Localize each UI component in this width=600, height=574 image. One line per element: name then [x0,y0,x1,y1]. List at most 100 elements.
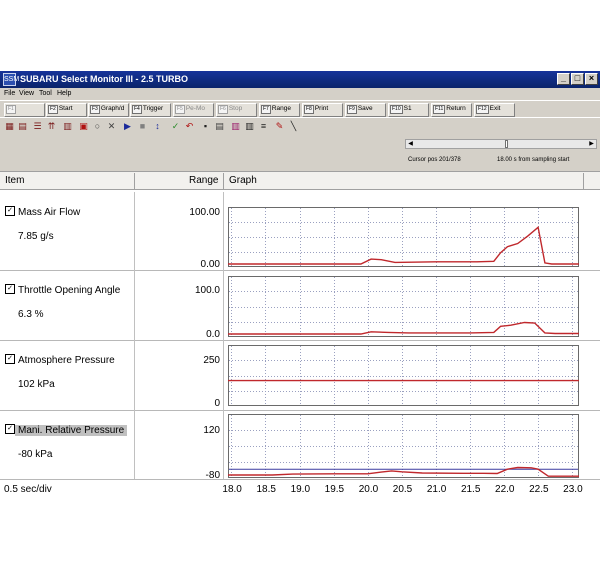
table-header: Item Range Graph [0,171,600,190]
minimize-button[interactable]: _ [557,73,570,85]
menu-help[interactable]: Help [57,89,71,99]
fkey-f9-button[interactable]: F9 Save [345,103,386,117]
menu-view[interactable]: View [19,89,34,99]
save-icon[interactable]: ▪ [200,120,211,132]
list-view-icon[interactable]: ☰ [32,120,43,132]
clear-icon[interactable]: ✕ [106,120,117,132]
fkey-f4-button[interactable]: F4 Trigger [130,103,171,117]
signal-name[interactable]: Atmosphere Pressure [18,355,115,366]
stop-icon[interactable]: ■ [137,120,148,132]
fkey-label: Exit [489,105,501,112]
signal-checkbox[interactable]: ✓ [5,284,15,294]
signal-name[interactable]: Mani. Relative Pressure [15,425,128,436]
fkey-label: Trigger [142,105,164,112]
signal-graph[interactable] [228,414,579,478]
fkey-f8-button[interactable]: F8 Print [302,103,343,117]
menu-file[interactable]: File [4,89,15,99]
stop-record-icon[interactable]: ○ [92,120,103,132]
time-scrollbar[interactable]: ◀ ▶ [405,139,597,149]
signal-name[interactable]: Throttle Opening Angle [18,285,120,296]
signal-checkbox[interactable]: ✓ [5,354,15,364]
menu-tool[interactable]: Tool [39,89,52,99]
signal-graph[interactable] [228,345,579,406]
header-divider[interactable] [134,173,135,189]
signal-value: 102 kPa [18,379,55,390]
menu-bar: File View Tool Help [0,88,600,100]
signal-name[interactable]: Mass Air Flow [18,207,80,218]
playback-row: ◀ ▶ Cursor pos 201/378 18.00 s from samp… [0,135,600,171]
record-icon[interactable]: ▣ [78,120,89,132]
signal-checkbox[interactable]: ✓ [5,424,15,434]
header-divider[interactable] [583,173,584,189]
x-tick-label: 21.5 [460,484,481,495]
fkey-label: Start [58,105,73,112]
graph-frame [228,345,579,406]
lines-icon[interactable]: ≡ [258,120,269,132]
fkey-f7-button[interactable]: F7 Range [259,103,300,117]
fkey-label: S1 [403,105,412,112]
fkey-f12-button[interactable]: F12 Exit [474,103,515,117]
x-tick-label: 18.5 [256,484,276,495]
signal-value: 6.3 % [18,309,44,320]
scroll-left-icon[interactable]: ◀ [406,140,415,148]
fkey-label: Range [271,105,291,112]
signal-graph[interactable] [228,276,579,337]
x-tick-label: 20.0 [358,484,379,495]
bars-color-icon[interactable]: ▥ [230,120,241,132]
fkey-code: F11 [433,105,446,114]
bar-view-icon[interactable]: ⇈ [46,120,57,132]
signal-graph[interactable] [228,207,579,267]
fkey-f3-button[interactable]: F3 Graph/d [88,103,129,117]
fkey-code: F7 [261,105,271,114]
undo-icon[interactable]: ↶ [184,120,195,132]
window-title: SUBARU Select Monitor III - 2.5 TURBO [20,74,189,84]
fkey-f11-button[interactable]: F11 Return [431,103,472,117]
x-tick-label: 22.5 [529,484,549,495]
table-view-icon[interactable]: ▤ [17,120,28,132]
column-divider [223,270,224,340]
fkey-code: F2 [48,105,58,114]
scroll-icon[interactable]: ↕ [152,120,163,132]
scroll-right-icon[interactable]: ▶ [587,140,596,148]
column-divider [134,340,135,410]
maximize-button[interactable]: □ [571,73,584,85]
signal-value: 7.85 g/s [18,231,54,242]
function-key-toolbar: F1 F2 Start F3 Graph/d F4 Trigger F5 Pe-Mo F6 Stop… [0,100,600,117]
range-min: 0.0 [206,329,220,340]
line-tool-icon[interactable]: ╲ [288,120,299,132]
fkey-f6-button[interactable]: F6 Stop [216,103,257,117]
fkey-code: F10 [390,105,403,114]
check-icon[interactable]: ✓ [170,120,181,132]
x-tick-label: 23.0 [563,484,583,495]
fkey-code: F5 [175,105,185,114]
range-max: 100.0 [194,285,220,296]
close-button[interactable]: × [585,73,598,85]
x-tick-label: 20.5 [392,484,413,495]
column-divider [223,340,224,410]
fkey-code: F6 [218,105,228,114]
fkey-f2-button[interactable]: F2 Start [46,103,87,117]
grid-view-icon[interactable]: ▦ [4,120,15,132]
fkey-f10-button[interactable]: F10 S1 [388,103,429,117]
fkey-code: F4 [132,105,142,114]
title-bar: SSM SUBARU Select Monitor III - 2.5 TURB… [0,71,600,88]
header-graph: Graph [229,175,257,186]
x-tick-label: 21.0 [426,484,447,495]
fkey-label: Pe-Mo [185,105,205,112]
time-axis: 0.5 sec/div 18.0 18.5 19.0 19.5 20.0 20.5 21.0… [0,480,600,498]
pen-icon[interactable]: ✎ [274,120,285,132]
fkey-code: F12 [476,105,489,114]
fkey-code: F1 [6,105,16,114]
x-tick-label: 22.0 [495,484,515,495]
column-view-icon[interactable]: ▥ [62,120,73,132]
scroll-thumb[interactable] [505,140,509,148]
time-scale-label: 0.5 sec/div [4,484,52,495]
column-divider [134,410,135,479]
signal-checkbox[interactable]: ✓ [5,206,15,216]
header-divider[interactable] [223,173,224,189]
bars-icon[interactable]: ▥ [244,120,255,132]
fkey-f1-button[interactable]: F1 [4,103,45,117]
print-icon[interactable]: ▤ [214,120,225,132]
fkey-f5-button[interactable]: F5 Pe-Mo [173,103,214,117]
play-icon[interactable]: ▶ [122,120,133,132]
